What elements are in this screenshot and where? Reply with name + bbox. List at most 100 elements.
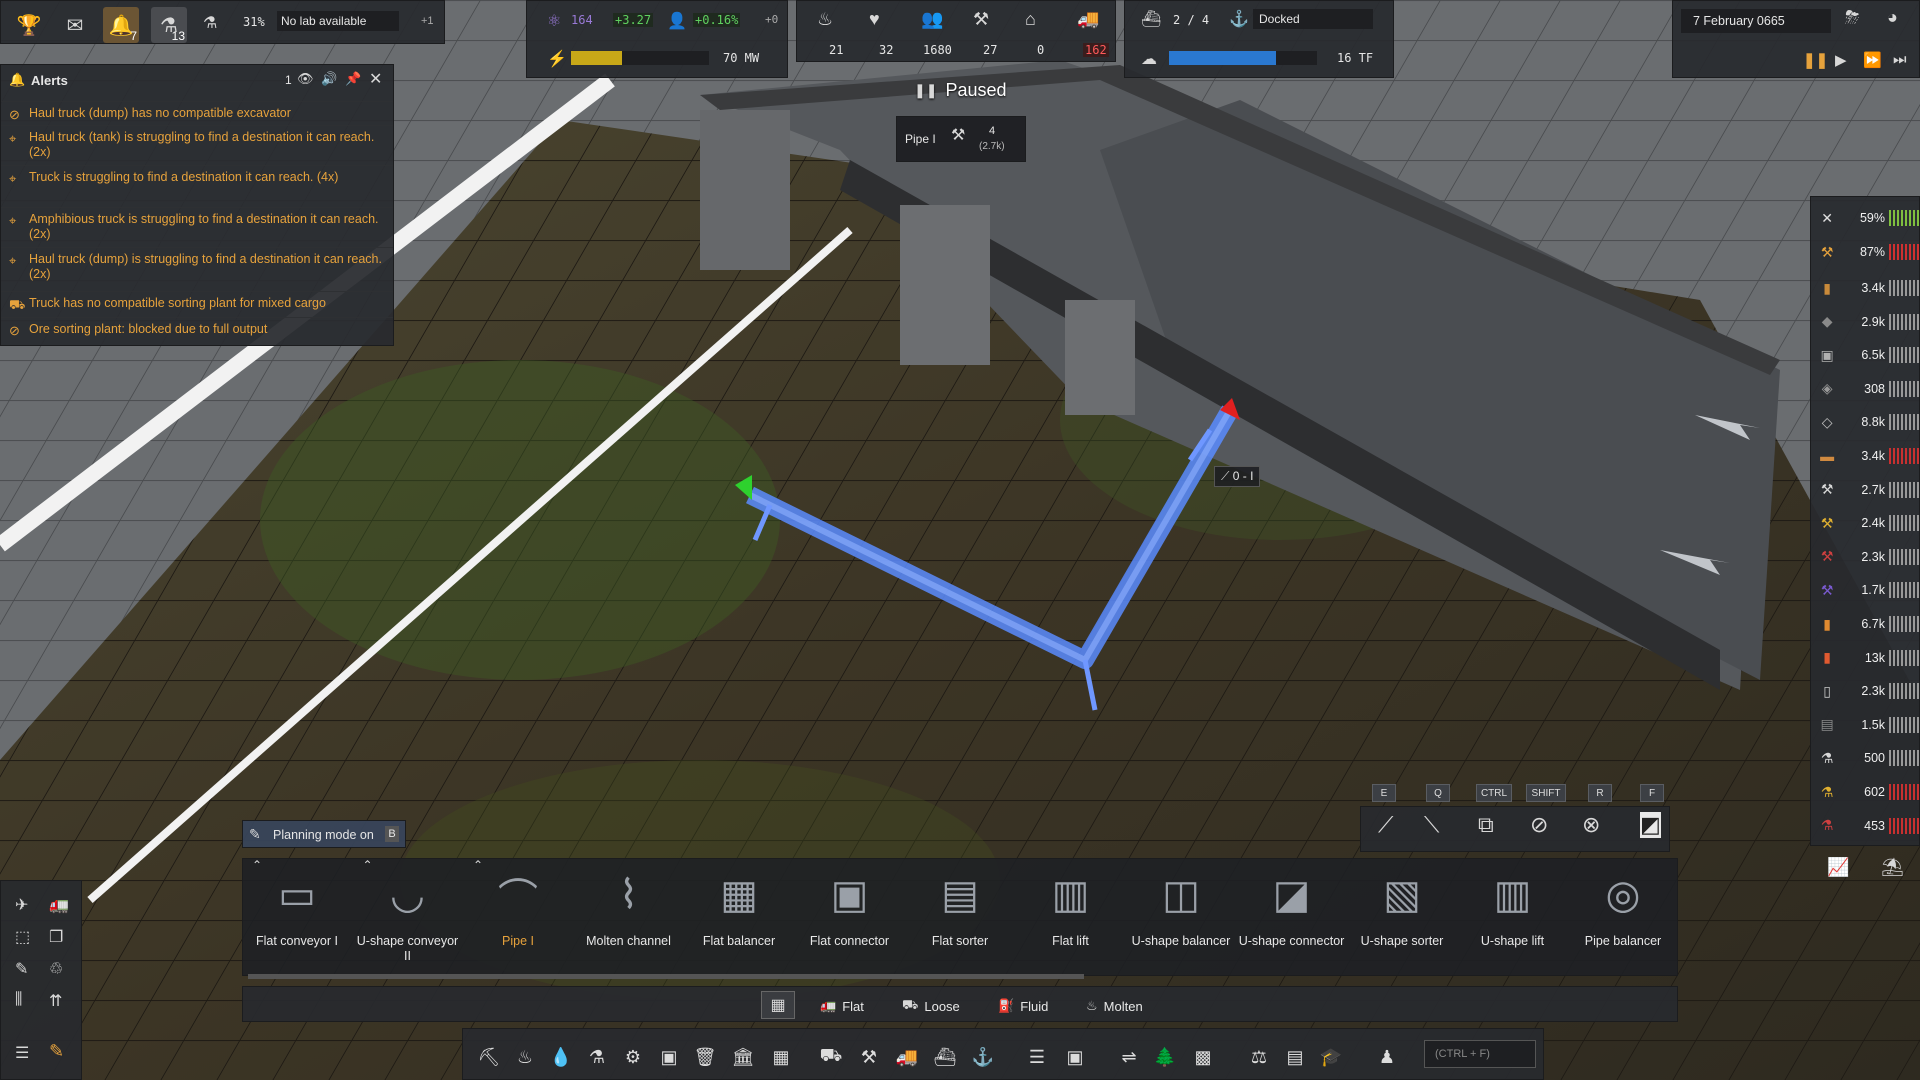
stock-row[interactable]: ▣ 6.5k [1811, 340, 1919, 370]
toolbar-scrollbar[interactable] [248, 974, 1084, 979]
category-7-icon[interactable]: 🏛 [728, 1042, 758, 1072]
pause-icon[interactable]: ❚❚ [1803, 51, 1828, 69]
category-10-icon[interactable]: ⚒ [854, 1042, 884, 1072]
category-0-icon[interactable]: ⛏ [474, 1042, 504, 1072]
stock-row[interactable]: ▮ 6.7k [1811, 609, 1919, 639]
tool-flat-balancer[interactable]: ▦ Flat balancer [686, 862, 792, 949]
category-15-icon[interactable]: ▣ [1060, 1042, 1090, 1072]
category-13-icon[interactable]: ⚓ [968, 1042, 998, 1072]
close-icon[interactable]: ✕ [369, 69, 382, 89]
stock-row[interactable]: ▮ 13k [1811, 643, 1919, 673]
achievements-button[interactable]: 🏆 [11, 7, 47, 43]
stock-row[interactable]: ⚒ 2.3k [1811, 542, 1919, 572]
category-6-icon[interactable]: 🗑 [690, 1042, 720, 1072]
tool-flat-connector[interactable]: ▣ Flat connector [797, 862, 903, 949]
upgrade-arrows-icon[interactable]: ⇈ [49, 991, 62, 1011]
category-16-icon[interactable]: ⇌ [1114, 1042, 1144, 1072]
play-icon[interactable]: ▶ [1835, 51, 1847, 69]
tool-u-shape-connector[interactable]: ◪ U-shape connector [1239, 862, 1345, 949]
tool-flat-lift[interactable]: ▥ Flat lift [1018, 862, 1124, 949]
planning-mode-tag[interactable]: ✎ Planning mode on B [242, 820, 406, 848]
stock-row[interactable]: ◈ 308 [1811, 374, 1919, 404]
stock-row[interactable]: ⚒ 2.7k [1811, 475, 1919, 505]
layers-icon[interactable]: ☰ [15, 1043, 29, 1063]
alert-item[interactable]: ⌖ Truck is struggling to find a destinati… [1, 165, 393, 190]
stock-row[interactable]: ◇ 8.8k [1811, 407, 1919, 437]
tool-flat-sorter[interactable]: ▤ Flat sorter [907, 862, 1013, 949]
tool-pipe-balancer[interactable]: ◎ Pipe balancer [1570, 862, 1676, 949]
alert-item[interactable]: ⊘ Ore sorting plant: blocked due to full … [1, 317, 393, 342]
maintenance-row[interactable]: ✕ 59% [1811, 203, 1919, 233]
eyedropper-icon[interactable]: ✎ [15, 959, 28, 979]
fast-forward-icon[interactable]: ⏩ [1863, 51, 1882, 69]
mode-flat-button[interactable]: 🚛 Flat [820, 992, 864, 1020]
category-22-icon[interactable]: ♟ [1372, 1042, 1402, 1072]
stock-row[interactable]: ⚒ 1.7k [1811, 575, 1919, 605]
storage-icon[interactable]: ⛱ [1881, 857, 1904, 878]
category-9-icon[interactable]: ⛟ [816, 1042, 846, 1072]
mode-loose-button[interactable]: ⛟ Loose [902, 992, 960, 1020]
category-20-icon[interactable]: ▤ [1280, 1042, 1310, 1072]
tool-u-shape-lift[interactable]: ▥ U-shape lift [1460, 862, 1566, 949]
tool-u-shape-conveyor-ii[interactable]: ⌃ ◡ U-shape conveyor II [355, 858, 461, 964]
flip-icon[interactable]: ◩ [1640, 812, 1661, 838]
chevron-up-icon[interactable]: ⌃ [252, 858, 262, 872]
search-field[interactable]: (CTRL + F) [1424, 1040, 1536, 1068]
stock-row[interactable]: ⚗ 602 [1811, 777, 1919, 807]
stock-row[interactable]: ⚗ 453 [1811, 811, 1919, 841]
category-11-icon[interactable]: 🚚 [892, 1042, 922, 1072]
category-3-icon[interactable]: ⚗ [582, 1042, 612, 1072]
recipe-icon[interactable]: ♲ [49, 959, 63, 979]
rotate-icon[interactable]: ⊗ [1582, 812, 1600, 838]
alert-item[interactable]: ⛟ Truck has no compatible sorting plant f… [1, 291, 393, 316]
ship-status[interactable]: Docked [1253, 9, 1373, 29]
category-4-icon[interactable]: ⚙ [618, 1042, 648, 1072]
stock-row[interactable]: ⚗ 500 [1811, 743, 1919, 773]
clone-icon[interactable]: ❐ [49, 927, 63, 947]
stock-row[interactable]: ⚒ 2.4k [1811, 508, 1919, 538]
category-12-icon[interactable]: ⛴ [930, 1042, 960, 1072]
category-1-icon[interactable]: ♨ [510, 1042, 540, 1072]
pin-icon[interactable]: 📌 [345, 71, 361, 87]
copy-icon[interactable]: ⧉ [1478, 812, 1494, 838]
alert-item[interactable]: ⌖ Haul truck (tank) is struggling to find… [1, 125, 393, 164]
upgrade-icon[interactable]: ⟋ [1378, 812, 1393, 838]
downgrade-icon[interactable]: ⟍ [1424, 812, 1439, 838]
category-2-icon[interactable]: 💧 [546, 1042, 576, 1072]
category-18-icon[interactable]: ▩ [1188, 1042, 1218, 1072]
mode-fluid-button[interactable]: ⛽ Fluid [998, 992, 1048, 1020]
category-5-icon[interactable]: ▣ [654, 1042, 684, 1072]
sound-icon[interactable]: 🔊 [321, 71, 337, 87]
weather-icon[interactable]: ⛈ [1845, 7, 1859, 28]
category-21-icon[interactable]: 🎓 [1316, 1042, 1346, 1072]
tool-u-shape-balancer[interactable]: ◫ U-shape balancer [1128, 862, 1234, 949]
speed-settings-icon[interactable]: ◕ [1887, 7, 1898, 28]
vehicle-icon[interactable]: 🚛 [49, 895, 69, 915]
select-icon[interactable]: ⬚ [15, 927, 30, 947]
research-button[interactable]: ⚗ 13 [151, 7, 187, 43]
tool-pipe-i[interactable]: ⌃ ⌒ Pipe I [465, 858, 571, 949]
chevron-up-icon[interactable]: ⌃ [473, 858, 483, 872]
alert-item[interactable]: ⊘ Haul truck (dump) has no compatible exc… [1, 101, 393, 126]
tool-u-shape-sorter[interactable]: ▧ U-shape sorter [1349, 862, 1455, 949]
cancel-icon[interactable]: ⊘ [1530, 812, 1548, 838]
category-17-icon[interactable]: 🌲 [1150, 1042, 1180, 1072]
eye-icon[interactable]: 👁 [297, 71, 314, 87]
messages-button[interactable]: ✉ [57, 7, 93, 43]
stock-row[interactable]: ▯ 2.3k [1811, 676, 1919, 706]
lab-status[interactable]: No lab available [277, 11, 399, 31]
unit-icon[interactable]: ✈ [15, 895, 28, 915]
chart-icon[interactable]: 📈 [1827, 857, 1849, 878]
tool-flat-conveyor-i[interactable]: ⌃ ▭ Flat conveyor I [244, 858, 350, 949]
tool-molten-channel[interactable]: ⌇ Molten channel [576, 862, 682, 949]
alert-item[interactable]: ⌖ Haul truck (dump) is struggling to find… [1, 247, 393, 286]
stock-row[interactable]: ◆ 2.9k [1811, 307, 1919, 337]
edit-icon[interactable]: ✎ [49, 1041, 64, 1062]
category-19-icon[interactable]: ⚖ [1244, 1042, 1274, 1072]
maintenance-row[interactable]: ⚒ 87% [1811, 237, 1919, 267]
fastest-forward-icon[interactable]: ⏭ [1893, 51, 1907, 68]
mode-molten-button[interactable]: ♨ Molten [1086, 992, 1143, 1020]
chevron-up-icon[interactable]: ⌃ [363, 858, 373, 872]
stock-row[interactable]: ▮ 3.4k [1811, 273, 1919, 303]
mode-all-button[interactable]: ▦ [761, 991, 795, 1019]
